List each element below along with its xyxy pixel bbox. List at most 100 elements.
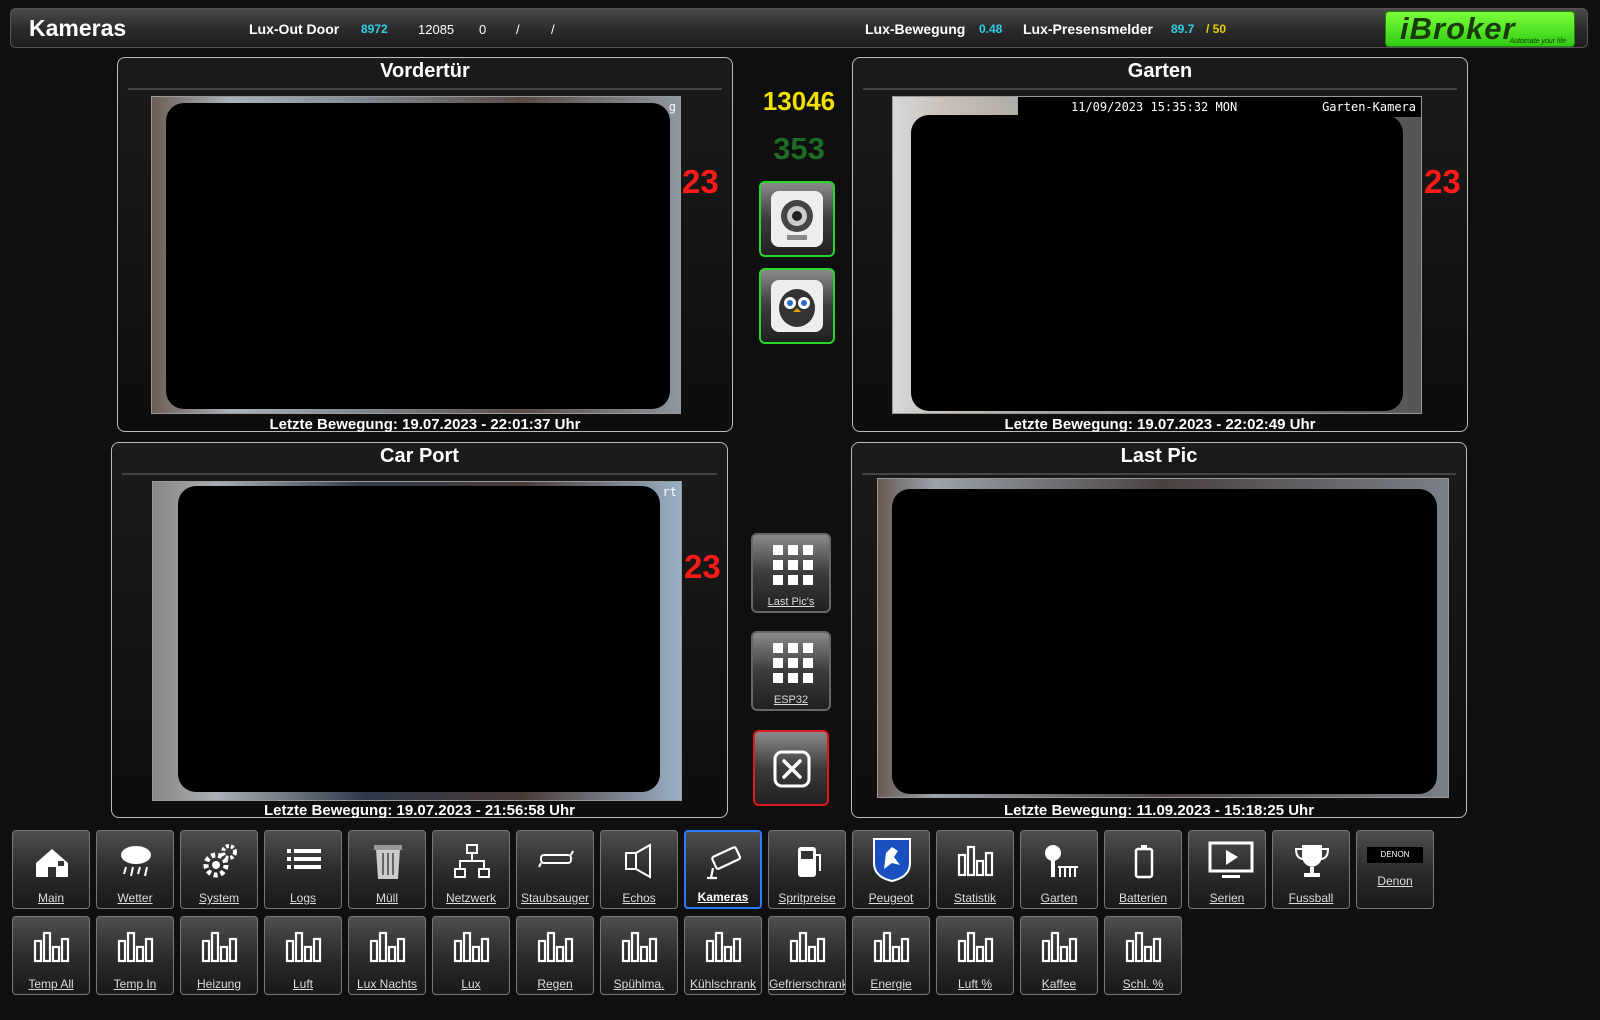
nav-button-luft-[interactable]: Luft % — [936, 916, 1014, 995]
owl-icon — [771, 280, 823, 332]
close-button[interactable] — [753, 730, 829, 806]
bar-chart-icon — [369, 931, 406, 963]
top-bar: Kameras Lux-Out Door 8972 12085 0 / / Lu… — [10, 8, 1588, 48]
nav-button-wetter[interactable]: Wetter — [96, 830, 174, 909]
nav-button-batterien[interactable]: Batterien — [1104, 830, 1182, 909]
bar-chart-icon — [1125, 931, 1162, 963]
denon-icon: DENON — [1367, 847, 1423, 863]
nav-button-system[interactable]: System — [180, 830, 258, 909]
nav-button-lux-nachts[interactable]: Lux Nachts — [348, 916, 426, 995]
camera-feed[interactable] — [877, 478, 1449, 798]
nav-label: Staubsauger — [520, 891, 590, 905]
nav-label: Fussball — [1288, 891, 1334, 905]
nav-label: Müll — [375, 891, 398, 905]
logo-tagline: Automate your life — [1509, 38, 1566, 45]
nav-button-denon[interactable]: DENON Denon — [1356, 830, 1434, 909]
nav-button-logs[interactable]: Logs — [264, 830, 342, 909]
nav-label: Lux — [461, 977, 481, 991]
nav-button-lux[interactable]: Lux — [432, 916, 510, 995]
camera-title: Vordertür — [380, 60, 470, 82]
redacted-area — [178, 486, 660, 792]
nav-button-spühlma-[interactable]: Spühlma. — [600, 916, 678, 995]
last-motion: Letzte Bewegung: 19.07.2023 - 21:56:58 U… — [264, 802, 575, 819]
nav-label: System — [198, 891, 239, 905]
nav-button-kaffee[interactable]: Kaffee — [1020, 916, 1098, 995]
grid-icon — [773, 643, 813, 683]
nav-button-kühlschrank[interactable]: Kühlschrank — [684, 916, 762, 995]
bar-chart-icon — [201, 931, 238, 963]
nav-button-energie[interactable]: Energie — [852, 916, 930, 995]
grid-icon — [773, 545, 813, 585]
esp32-label: ESP32 — [773, 694, 809, 706]
nav-label: Kühlschrank — [689, 977, 757, 991]
nav-button-echos[interactable]: Echos — [600, 830, 678, 909]
last-pics-button[interactable]: Last Pic's — [751, 533, 831, 613]
camera-title: Car Port — [380, 445, 459, 467]
nav-button-spritpreise[interactable]: Spritpreise — [768, 830, 846, 909]
bar-chart-icon — [537, 931, 574, 963]
last-motion: Letzte Bewegung: 11.09.2023 - 15:18:25 U… — [1003, 802, 1315, 819]
value-b: 12085 — [418, 22, 455, 37]
lux-out-door-value: 8972 — [361, 22, 388, 36]
nav-label: Batterien — [1118, 891, 1168, 905]
lux-presens-value: 89.7 — [1171, 22, 1195, 36]
bar-chart-icon — [789, 931, 826, 963]
redacted-area — [166, 103, 670, 409]
nav-button-regen[interactable]: Regen — [516, 916, 594, 995]
nav-label: Wetter — [117, 891, 153, 905]
nav-label: Echos — [622, 891, 656, 905]
nav-button-müll[interactable]: Müll — [348, 830, 426, 909]
logo-text: iBroker — [1400, 11, 1516, 46]
nav-button-netzwerk[interactable]: Netzwerk — [432, 830, 510, 909]
nav-button-schl-[interactable]: Schl. % — [1104, 916, 1182, 995]
nav-button-luft[interactable]: Luft — [264, 916, 342, 995]
camera-panel-vordertuer: Vordertür g 23 Letzte Bewegung: 19.07.20… — [117, 57, 733, 433]
nav-button-serien[interactable]: Serien — [1188, 830, 1266, 909]
divider — [863, 88, 1457, 90]
nav-label: Luft — [292, 977, 313, 991]
owl-button[interactable] — [759, 268, 835, 344]
value-c: 0 — [479, 22, 487, 37]
nav-button-temp-in[interactable]: Temp In — [96, 916, 174, 995]
lux-presens-label: Lux-Presensmelder — [1023, 21, 1153, 37]
camera-feed[interactable]: 11/09/2023 15:35:32 MON Garten-Kamera — [892, 96, 1422, 414]
last-motion: Letzte Bewegung: 19.07.2023 - 22:01:37 U… — [269, 416, 581, 433]
nav-button-staubsauger[interactable]: Staubsauger — [516, 830, 594, 909]
nav-label: Kaffee — [1041, 977, 1077, 991]
bar-chart-icon — [873, 931, 910, 963]
redacted-area — [911, 115, 1403, 411]
nav-button-kameras[interactable]: Kameras — [684, 830, 762, 909]
nav-button-statistik[interactable]: Statistik — [936, 830, 1014, 909]
bar-chart-icon — [1041, 931, 1078, 963]
nav-button-garten[interactable]: Garten — [1020, 830, 1098, 909]
lux-out-door-label: Lux-Out Door — [249, 21, 340, 37]
camera-feed[interactable]: rt — [152, 481, 682, 801]
nav-button-peugeot[interactable]: Peugeot — [852, 830, 930, 909]
nav-label: Temp All — [28, 977, 74, 991]
bar-chart-icon — [957, 931, 994, 963]
bar-chart-icon — [453, 931, 490, 963]
close-icon — [773, 750, 811, 788]
camera-feed[interactable]: g — [151, 96, 681, 414]
nav-label: Statistik — [953, 891, 996, 905]
nav-button-main[interactable]: Main — [12, 830, 90, 909]
nav-button-gefrierschrank[interactable]: Gefrierschrank — [768, 916, 846, 995]
nav-button-temp-all[interactable]: Temp All — [12, 916, 90, 995]
nav-button-heizung[interactable]: Heizung — [180, 916, 258, 995]
nav-button-fussball[interactable]: Fussball — [1272, 830, 1350, 909]
esp32-button[interactable]: ESP32 — [751, 631, 831, 711]
nav-label: Main — [37, 891, 64, 905]
webcam-button[interactable] — [759, 181, 835, 257]
nav-label: Serien — [1209, 891, 1245, 905]
counter-main: 13046 — [762, 86, 836, 116]
last-pics-label: Last Pic's — [767, 596, 815, 608]
nav-label: Kameras — [697, 890, 749, 904]
separator-2: / — [551, 22, 555, 37]
lux-bewegung-label: Lux-Bewegung — [865, 21, 966, 37]
camera-osd-datetime: 11/09/2023 15:35:32 MON — [1071, 100, 1238, 114]
iobroker-logo[interactable]: iBroker Automate your life — [1385, 11, 1575, 47]
motion-count: 23 — [1424, 163, 1461, 200]
nav-label: Garten — [1040, 891, 1078, 905]
camera-title: Garten — [1127, 60, 1193, 82]
camera-osd-name: Garten-Kamera — [1322, 100, 1416, 114]
